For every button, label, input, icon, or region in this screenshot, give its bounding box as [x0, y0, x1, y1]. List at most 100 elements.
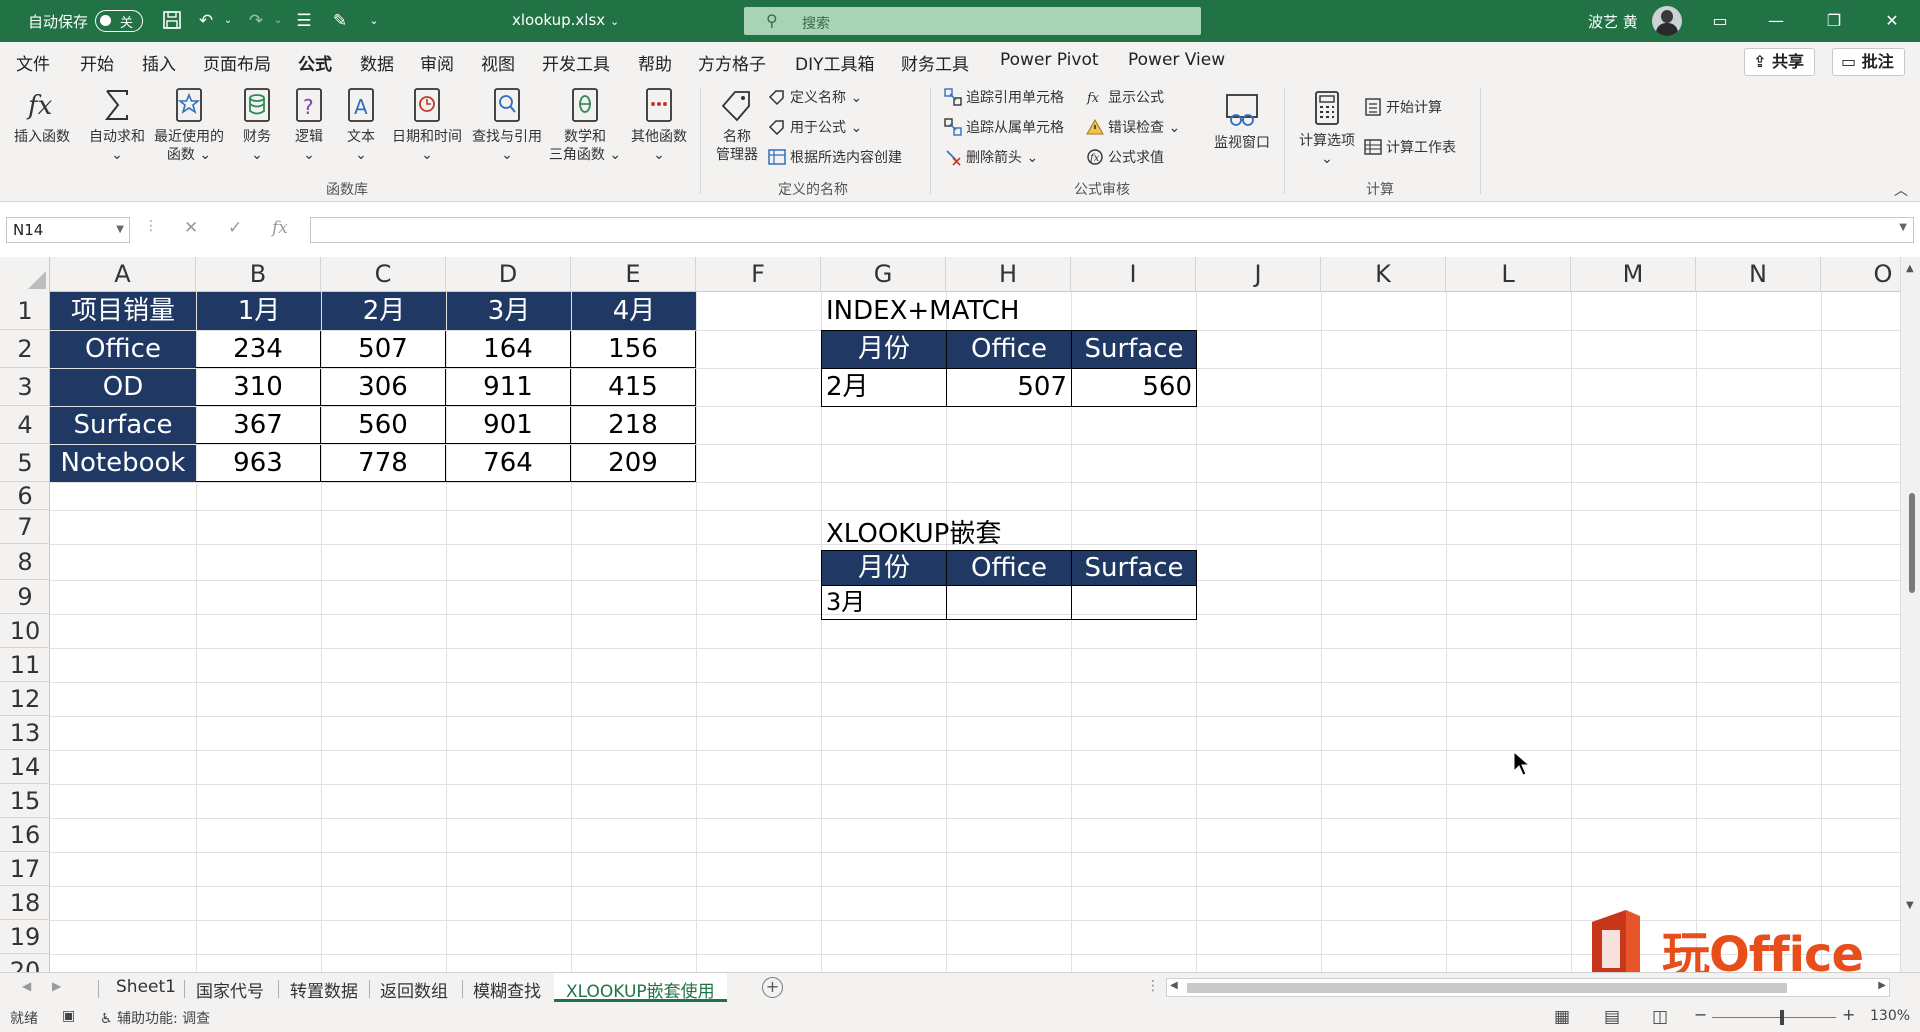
- show-formulas-button[interactable]: fx 显示公式: [1086, 88, 1164, 108]
- row-header[interactable]: 1: [0, 292, 50, 330]
- logical-button[interactable]: ? 逻辑 ⌄: [284, 86, 334, 164]
- customize-qat-icon[interactable]: ⌄: [362, 10, 386, 32]
- user-name[interactable]: 波艺 黄: [1588, 11, 1638, 32]
- column-header[interactable]: A: [50, 257, 196, 292]
- column-header[interactable]: E: [571, 257, 696, 292]
- zoom-in-icon[interactable]: +: [1842, 1005, 1855, 1024]
- calculate-sheet-button[interactable]: 计算工作表: [1364, 138, 1456, 158]
- column-header[interactable]: F: [696, 257, 821, 292]
- column-header[interactable]: L: [1446, 257, 1571, 292]
- define-name-button[interactable]: 定义名称 ⌄: [768, 88, 862, 108]
- tab-help[interactable]: 帮助: [638, 50, 672, 75]
- sales-header-month[interactable]: 4月: [572, 292, 696, 330]
- xlookup-header[interactable]: Surface: [1071, 550, 1197, 586]
- index-match-header[interactable]: Surface: [1071, 330, 1197, 369]
- scroll-right-icon[interactable]: ▶: [1878, 980, 1886, 991]
- cancel-icon[interactable]: ✕: [184, 218, 198, 238]
- tab-insert[interactable]: 插入: [142, 50, 176, 75]
- file-name[interactable]: xlookup.xlsx ⌄: [512, 11, 619, 29]
- ribbon-display-icon[interactable]: ▭: [1700, 8, 1740, 34]
- sales-value-cell[interactable]: 560: [321, 407, 446, 444]
- sheet-nav-prev-icon[interactable]: ◀: [22, 979, 31, 993]
- index-match-header[interactable]: Office: [946, 330, 1072, 369]
- recently-used-button[interactable]: 最近使用的 函数 ⌄: [150, 86, 228, 164]
- row-header[interactable]: 17: [0, 852, 50, 886]
- xlookup-header[interactable]: 月份: [821, 550, 947, 586]
- collapse-ribbon-icon[interactable]: ︿: [1894, 180, 1908, 200]
- scroll-left-icon[interactable]: ◀: [1170, 980, 1178, 991]
- row-header[interactable]: 3: [0, 368, 50, 406]
- column-header[interactable]: C: [321, 257, 446, 292]
- sales-header-month[interactable]: 3月: [447, 292, 571, 330]
- vertical-scrollbar[interactable]: ▲ ▼: [1900, 257, 1920, 972]
- spell-check-icon[interactable]: ✎: [328, 10, 352, 32]
- tab-view[interactable]: 视图: [481, 50, 515, 75]
- index-match-header[interactable]: 月份: [821, 330, 947, 369]
- macro-record-icon[interactable]: ▣: [62, 1008, 75, 1024]
- index-match-month-cell[interactable]: 2月: [821, 368, 947, 407]
- text-button[interactable]: A 文本 ⌄: [336, 86, 386, 164]
- sales-value-cell[interactable]: 310: [196, 369, 321, 406]
- sales-value-cell[interactable]: 156: [571, 331, 696, 368]
- splitter-grip-icon[interactable]: ⋮: [1146, 978, 1160, 994]
- tab-formulas[interactable]: 公式: [298, 50, 332, 83]
- product-label[interactable]: Notebook: [50, 445, 196, 482]
- insert-function-button[interactable]: fx 插入函数: [8, 86, 76, 146]
- comments-button[interactable]: ▭ 批注: [1832, 48, 1905, 76]
- index-match-title[interactable]: INDEX+MATCH: [822, 292, 1122, 330]
- column-header[interactable]: D: [446, 257, 571, 292]
- sheet-nav-next-icon[interactable]: ▶: [52, 979, 61, 993]
- column-header[interactable]: M: [1571, 257, 1696, 292]
- zoom-level[interactable]: 130%: [1870, 1008, 1910, 1024]
- remove-arrows-button[interactable]: 删除箭头 ⌄: [944, 148, 1038, 168]
- sheet-tab-active[interactable]: XLOOKUP嵌套使用: [554, 973, 727, 1002]
- sales-value-cell[interactable]: 507: [321, 331, 446, 368]
- math-trig-button[interactable]: 数学和 三角函数 ⌄: [546, 86, 624, 164]
- name-box-dropdown-icon[interactable]: ▼: [116, 218, 124, 242]
- formula-input[interactable]: ▼: [310, 217, 1914, 243]
- tab-fangfang[interactable]: 方方格子: [698, 50, 766, 75]
- index-match-office-cell[interactable]: 507: [946, 368, 1072, 407]
- row-header[interactable]: 5: [0, 444, 50, 482]
- xlookup-surface-cell[interactable]: [1071, 585, 1197, 620]
- sales-value-cell[interactable]: 234: [196, 331, 321, 368]
- sales-value-cell[interactable]: 164: [446, 331, 571, 368]
- row-header[interactable]: 19: [0, 920, 50, 954]
- column-header[interactable]: N: [1696, 257, 1821, 292]
- zoom-out-icon[interactable]: −: [1694, 1005, 1707, 1024]
- sales-value-cell[interactable]: 778: [321, 445, 446, 482]
- row-header[interactable]: 10: [0, 614, 50, 648]
- scroll-up-icon[interactable]: ▲: [1906, 263, 1914, 274]
- row-header[interactable]: 8: [0, 544, 50, 580]
- tab-file[interactable]: 文件: [16, 50, 50, 75]
- tab-data[interactable]: 数据: [360, 50, 394, 75]
- date-time-button[interactable]: 日期和时间 ⌄: [388, 86, 466, 164]
- tab-developer[interactable]: 开发工具: [542, 50, 610, 75]
- sales-value-cell[interactable]: 209: [571, 445, 696, 482]
- minimize-icon[interactable]: —: [1756, 8, 1796, 34]
- column-header[interactable]: J: [1196, 257, 1321, 292]
- calculate-now-button[interactable]: 开始计算: [1364, 98, 1442, 118]
- search-box[interactable]: ⚲ 搜索: [744, 7, 1201, 35]
- sales-header-month[interactable]: 1月: [197, 292, 321, 330]
- sheet-tab[interactable]: 返回数组: [380, 977, 448, 1002]
- sales-value-cell[interactable]: 764: [446, 445, 571, 482]
- tab-finance-tools[interactable]: 财务工具: [901, 50, 969, 75]
- column-header[interactable]: I: [1071, 257, 1196, 292]
- list-icon[interactable]: ☰: [292, 10, 316, 32]
- watch-window-button[interactable]: 监视窗口: [1206, 92, 1278, 152]
- error-checking-button[interactable]: 错误检查 ⌄: [1086, 118, 1180, 138]
- page-layout-view-icon[interactable]: ▤: [1604, 1007, 1620, 1027]
- row-header[interactable]: 15: [0, 784, 50, 818]
- tab-diy-toolbox[interactable]: DIY工具箱: [795, 50, 875, 75]
- use-in-formula-button[interactable]: 用于公式 ⌄: [768, 118, 862, 138]
- autosum-button[interactable]: 自动求和 ⌄: [84, 86, 150, 164]
- column-header[interactable]: K: [1321, 257, 1446, 292]
- column-header[interactable]: H: [946, 257, 1071, 292]
- row-header[interactable]: 20: [0, 954, 50, 972]
- row-header[interactable]: 7: [0, 510, 50, 544]
- undo-icon[interactable]: ↶: [194, 10, 218, 32]
- row-header[interactable]: 18: [0, 886, 50, 920]
- row-header[interactable]: 12: [0, 682, 50, 716]
- evaluate-formula-button[interactable]: fx 公式求值: [1086, 148, 1164, 168]
